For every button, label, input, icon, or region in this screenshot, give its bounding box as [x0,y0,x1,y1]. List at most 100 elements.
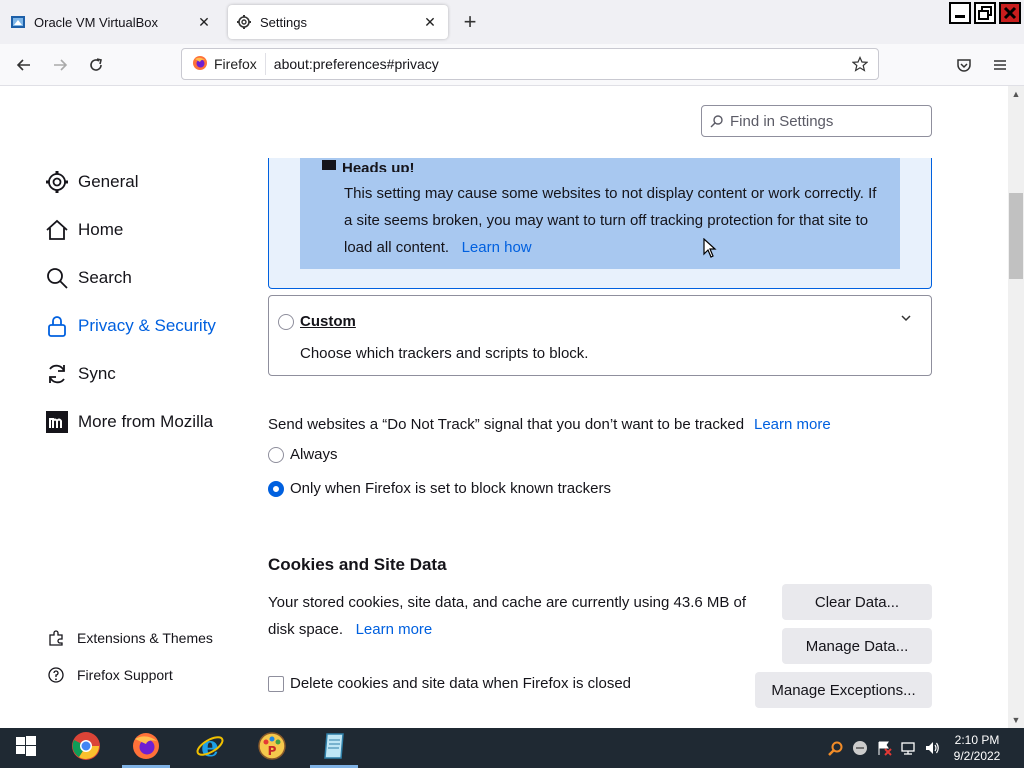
dnt-only-option[interactable]: Only when Firefox is set to block known … [268,480,611,497]
sidebar-item-label: General [78,172,139,191]
manage-exceptions-button[interactable]: Manage Exceptions... [755,672,932,708]
sidebar-item-label: More from Mozilla [78,412,214,431]
sidebar-item-general[interactable]: General [44,169,138,195]
firefox-icon [131,731,161,766]
custom-protection-box[interactable] [268,295,932,376]
clock-time: 2:10 PM [954,733,1000,747]
identity-box[interactable]: Firefox [182,53,266,75]
chrome-icon [71,731,101,766]
heads-up-title: Heads up! [322,160,415,172]
taskbar-notepad[interactable] [308,728,360,768]
new-tab-button[interactable]: + [456,8,484,36]
taskbar-chrome[interactable] [60,728,112,768]
sidebar-item-extensions[interactable]: Extensions & Themes [47,629,213,647]
delete-cookies-option[interactable]: Delete cookies and site data when Firefo… [268,675,631,692]
close-window-button[interactable] [999,2,1021,24]
star-icon[interactable] [846,50,874,78]
sidebar-item-sync[interactable]: Sync [44,361,116,387]
menu-icon[interactable] [986,51,1014,79]
paint-icon: P [257,731,287,766]
tab-strip: Oracle VM VirtualBox ✕ Settings ✕ + [0,0,1024,44]
close-icon[interactable]: ✕ [192,10,216,34]
settings-page: Find in Settings General Home Search Pri… [0,86,1008,728]
puzzle-icon [47,629,65,647]
help-icon [47,666,65,684]
learn-how-link[interactable]: Learn how [462,239,532,256]
chevron-down-icon[interactable] [900,312,912,327]
sidebar-item-home[interactable]: Home [44,217,123,243]
sidebar-item-privacy[interactable]: Privacy & Security [44,313,216,339]
sidebar-item-label: Privacy & Security [78,316,216,335]
gear-icon [44,169,70,195]
restore-button[interactable] [974,2,996,24]
sidebar-item-support[interactable]: Firefox Support [47,666,173,684]
search-icon[interactable] [826,728,846,768]
scrollbar-thumb[interactable] [1009,193,1023,279]
scroll-down-icon[interactable]: ▼ [1008,713,1024,727]
svg-text:P: P [268,744,277,758]
cookies-usage-text: Your stored cookies, site data, and cach… [268,594,747,638]
search-icon [710,114,724,128]
svg-text:e: e [201,731,219,761]
dnt-learn-more-link[interactable]: Learn more [754,416,831,433]
taskbar: e P 2:10 PM 9/2/2022 [0,728,1024,768]
nav-bar: Firefox about:preferences#privacy [0,44,1024,86]
delete-cookies-checkbox[interactable] [268,675,284,692]
mozilla-icon [44,409,70,435]
dnt-always-radio[interactable] [268,446,284,463]
close-icon[interactable]: ✕ [418,10,442,34]
lock-icon [44,313,70,339]
browser-name: Firefox [214,56,257,72]
sidebar-item-label: Extensions & Themes [77,630,213,646]
gear-icon [236,14,252,30]
taskbar-firefox[interactable] [120,728,172,768]
search-input[interactable]: Find in Settings [701,105,932,137]
manage-data-button[interactable]: Manage Data... [782,628,932,664]
scrollbar[interactable] [1008,86,1024,728]
virtualbox-icon [10,14,26,30]
sidebar-item-search[interactable]: Search [44,265,132,291]
dnt-always-option[interactable]: Always [268,446,338,463]
network-icon[interactable] [898,728,918,768]
minimize-button[interactable] [949,2,971,24]
sync-icon [44,361,70,387]
taskbar-paint[interactable]: P [246,728,298,768]
sidebar-item-label: Home [78,220,124,239]
delete-cookies-label: Delete cookies and site data when Firefo… [290,675,632,692]
custom-description: Choose which trackers and scripts to blo… [300,345,589,362]
home-icon [44,217,70,243]
sidebar-item-label: Search [78,268,132,287]
system-clock[interactable]: 2:10 PM 9/2/2022 [947,732,1007,764]
cookies-section-title: Cookies and Site Data [268,555,447,574]
flag-icon[interactable] [874,728,894,768]
cookies-learn-more-link[interactable]: Learn more [356,621,433,638]
firefox-icon [192,55,208,74]
scroll-up-icon[interactable]: ▲ [1008,87,1024,101]
clear-data-button[interactable]: Clear Data... [782,584,932,620]
custom-title: Custom [300,313,356,330]
warning-icon [322,160,336,170]
url-bar[interactable]: Firefox about:preferences#privacy [181,48,879,80]
custom-radio[interactable] [278,314,294,330]
notepad-icon [319,731,349,766]
dnt-only-label: Only when Firefox is set to block known … [290,480,611,497]
volume-icon[interactable] [922,728,942,768]
sidebar-item-label: Firefox Support [77,667,173,683]
taskbar-ie[interactable]: e [184,728,236,768]
mouse-cursor-icon [703,237,717,263]
tab-label: Oracle VM VirtualBox [34,14,159,30]
dnt-description: Send websites a “Do Not Track” signal th… [268,416,745,433]
pocket-icon[interactable] [950,51,978,79]
reload-button[interactable] [82,51,110,79]
heads-up-text: This setting may cause some websites to … [344,185,877,256]
chat-icon[interactable] [850,728,870,768]
forward-button[interactable] [46,51,74,79]
dnt-only-radio[interactable] [268,480,284,497]
start-button[interactable] [0,728,52,768]
ie-icon: e [195,730,225,766]
tab-settings[interactable]: Settings ✕ [228,5,448,39]
sidebar-item-mozilla[interactable]: More from Mozilla [44,409,213,435]
tab-virtualbox[interactable]: Oracle VM VirtualBox ✕ [0,0,222,44]
url-text[interactable]: about:preferences#privacy [274,56,846,72]
back-button[interactable] [10,51,38,79]
